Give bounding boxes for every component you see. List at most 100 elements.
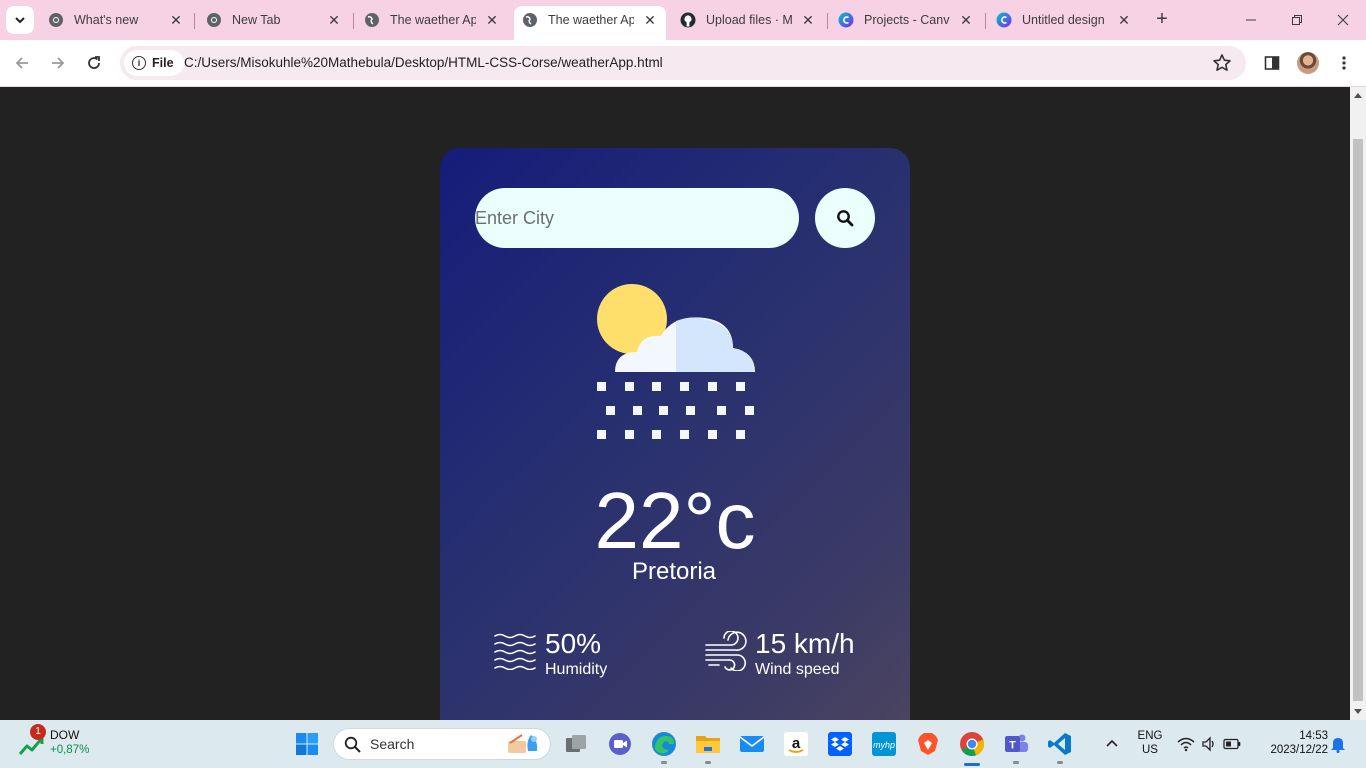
canva-icon xyxy=(996,12,1012,28)
language-indicator[interactable]: ENG US xyxy=(1134,730,1166,756)
bell-icon xyxy=(1331,738,1345,753)
tab-title: What's new xyxy=(74,13,139,27)
tab-new-tab[interactable]: New Tab ✕ xyxy=(198,6,350,34)
svg-text:T: T xyxy=(1009,740,1016,752)
scroll-up-arrow[interactable] xyxy=(1354,93,1362,98)
clock-date: 2023/12/22 xyxy=(1270,744,1328,756)
close-icon[interactable]: ✕ xyxy=(800,12,816,28)
close-icon[interactable]: ✕ xyxy=(1116,12,1132,28)
mail-button[interactable] xyxy=(736,728,768,760)
close-icon[interactable]: ✕ xyxy=(168,12,184,28)
tab-separator xyxy=(827,13,828,29)
amazon-button[interactable]: a xyxy=(780,728,812,760)
search-label: Search xyxy=(370,736,415,752)
task-view-button[interactable] xyxy=(560,728,592,760)
running-indicator xyxy=(661,761,667,764)
chrome-icon xyxy=(49,13,63,27)
tab-title: The waether App xyxy=(548,13,634,27)
avatar xyxy=(1297,52,1319,74)
tab-separator xyxy=(985,13,986,29)
mail-icon xyxy=(739,736,765,752)
close-icon[interactable]: ✕ xyxy=(326,12,342,28)
notifications-button[interactable] xyxy=(1328,728,1348,760)
restore-icon xyxy=(1292,15,1302,25)
profile-button[interactable] xyxy=(1296,51,1320,75)
tab-weather-app[interactable]: The waether App ✕ xyxy=(356,6,508,34)
star-icon[interactable] xyxy=(1212,53,1232,73)
url-text[interactable]: C:/Users/Misokuhle%20Mathebula/Desktop/H… xyxy=(184,55,663,70)
search-button[interactable] xyxy=(815,188,875,248)
teams-button[interactable]: T xyxy=(1000,728,1032,764)
chevron-down-icon xyxy=(15,17,25,24)
humidity-value: 50% xyxy=(545,628,602,659)
tab-whats-new[interactable]: What's new ✕ xyxy=(40,6,192,34)
dropbox-button[interactable] xyxy=(824,728,856,760)
edge-button[interactable] xyxy=(648,728,680,764)
new-tab-button[interactable]: + xyxy=(1150,8,1174,32)
language-top: ENG xyxy=(1137,730,1163,742)
myhp-icon: myhp xyxy=(872,732,896,756)
clock[interactable]: 14:53 2023/12/22 xyxy=(1256,730,1328,756)
tab-weather-app-active[interactable]: The waether App ✕ xyxy=(514,6,666,40)
widget-name: DOW xyxy=(50,728,80,742)
wind-icon xyxy=(705,631,747,671)
search-icon xyxy=(837,210,854,227)
minimize-button[interactable] xyxy=(1228,0,1274,40)
close-window-button[interactable] xyxy=(1320,0,1366,40)
tab-search-button[interactable] xyxy=(6,6,34,34)
side-panel-button[interactable] xyxy=(1260,51,1284,75)
running-indicator xyxy=(1057,761,1063,764)
brave-button[interactable] xyxy=(912,728,944,760)
speaker-icon xyxy=(1202,736,1214,752)
wifi-icon xyxy=(1177,737,1195,752)
folder-icon xyxy=(696,736,720,753)
wind-value: 15 km/h xyxy=(755,628,855,659)
notification-badge: 1 xyxy=(30,724,46,740)
scroll-down-arrow[interactable] xyxy=(1354,709,1362,714)
restore-button[interactable] xyxy=(1274,0,1320,40)
taskbar: 1 DOW +0,87% Search a myhp T ENG US 14:5… xyxy=(0,720,1366,768)
close-icon[interactable]: ✕ xyxy=(958,12,974,28)
search-icon xyxy=(344,736,361,753)
github-icon xyxy=(680,12,696,28)
vertical-scrollbar[interactable] xyxy=(1350,87,1366,720)
taskbar-search[interactable]: Search xyxy=(333,728,551,760)
file-explorer-button[interactable] xyxy=(692,728,724,764)
humidity-label: Humidity xyxy=(545,661,608,678)
tab-title: New Tab xyxy=(232,13,281,27)
address-bar[interactable]: i File C:/Users/Misokuhle%20Mathebula/De… xyxy=(120,46,1246,80)
quick-settings-button[interactable] xyxy=(1172,728,1246,760)
forward-button[interactable] xyxy=(46,51,70,75)
more-vert-icon xyxy=(1342,56,1346,70)
show-hidden-icons-button[interactable] xyxy=(1096,728,1128,760)
tab-canva-projects[interactable]: Projects - Canva ✕ xyxy=(830,6,982,34)
globe-icon xyxy=(365,13,379,27)
widget-change: +0,87% xyxy=(50,744,90,756)
chrome-taskbar-button[interactable] xyxy=(956,728,988,766)
teams-meet-button[interactable] xyxy=(604,728,636,760)
back-button[interactable] xyxy=(10,51,34,75)
city-search-input[interactable] xyxy=(475,188,799,248)
site-info-button[interactable]: i File xyxy=(124,50,184,76)
chrome-icon xyxy=(207,13,221,27)
reload-button[interactable] xyxy=(82,51,106,75)
running-indicator xyxy=(1013,761,1019,764)
vscode-button[interactable] xyxy=(1044,728,1076,764)
windows-icon xyxy=(296,733,318,755)
myhp-button[interactable]: myhp xyxy=(868,728,900,760)
stock-widget[interactable]: 1 DOW +0,87% xyxy=(16,724,106,762)
close-icon[interactable]: ✕ xyxy=(484,12,500,28)
edge-icon xyxy=(652,732,676,756)
humidity-block: 50% Humidity xyxy=(494,628,607,680)
weather-card: 22°c Pretoria 50% Humidity xyxy=(440,148,910,720)
tab-canva-untitled[interactable]: Untitled design - Canva ✕ xyxy=(988,6,1140,34)
scrollbar-thumb[interactable] xyxy=(1353,139,1363,701)
brave-icon xyxy=(918,733,938,755)
tab-github-upload[interactable]: Upload files · Mathebula ✕ xyxy=(672,6,824,34)
battery-icon xyxy=(1223,738,1241,750)
arrow-right-icon xyxy=(52,57,65,69)
canva-icon xyxy=(838,12,854,28)
menu-button[interactable] xyxy=(1332,51,1356,75)
start-button[interactable] xyxy=(291,728,323,760)
close-icon[interactable]: ✕ xyxy=(642,12,658,28)
